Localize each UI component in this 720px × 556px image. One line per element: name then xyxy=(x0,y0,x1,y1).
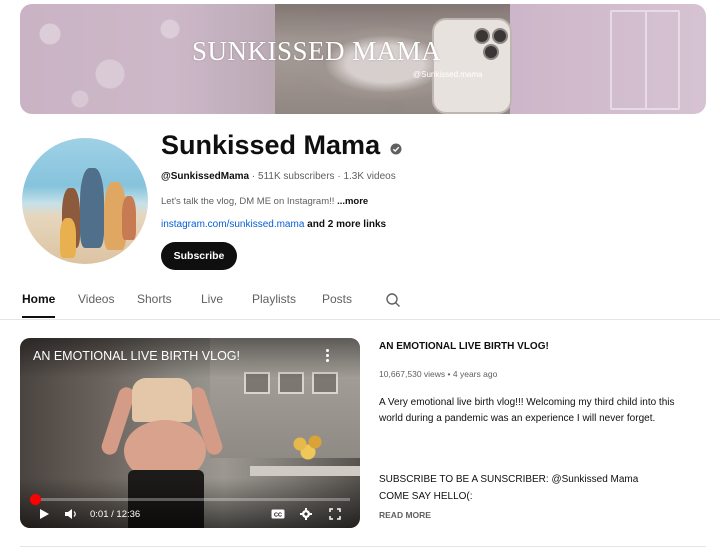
tab-shorts[interactable]: Shorts xyxy=(137,292,172,318)
tab-videos[interactable]: Videos xyxy=(78,292,114,318)
tab-live[interactable]: Live xyxy=(201,292,223,318)
time-display: 0:01 / 12:36 xyxy=(90,509,141,520)
video-count: 1.3K videos xyxy=(343,171,396,182)
upload-age: 4 years ago xyxy=(452,369,498,379)
tab-posts[interactable]: Posts xyxy=(322,292,352,318)
channel-banner: SUNKISSED MAMA @Sunkissed.mama xyxy=(20,4,706,114)
scene-table xyxy=(250,466,360,476)
progress-bar[interactable] xyxy=(29,494,350,505)
scene-flowers xyxy=(290,434,330,464)
description-text: Let's talk the vlog, DM ME on Instagram!… xyxy=(161,196,335,207)
banner-phone-image xyxy=(432,18,512,114)
channel-name: Sunkissed Mama xyxy=(161,130,381,160)
channel-tabs: Home Videos Shorts Live Playlists Posts xyxy=(0,286,720,320)
banner-lace-pattern xyxy=(20,4,220,114)
verified-icon xyxy=(390,143,402,155)
read-more-link[interactable]: READ MORE xyxy=(379,510,431,520)
progress-scrubber[interactable] xyxy=(29,494,41,505)
video-description-subscribe-line: SUBSCRIBE TO BE A SUNSCRIBER: @Sunkissed… xyxy=(379,474,639,485)
video-description: A Very emotional live birth vlog!!! Welc… xyxy=(379,397,675,424)
player-overlay-title[interactable]: AN EMOTIONAL LIVE BIRTH VLOG! xyxy=(33,349,240,363)
channel-handle: @SunkissedMama xyxy=(161,171,250,182)
channel-links: instagram.com/sunkissed.mama and 2 more … xyxy=(161,219,386,230)
video-meta: 10,667,530 views • 4 years ago xyxy=(379,369,497,379)
video-title[interactable]: AN EMOTIONAL LIVE BIRTH VLOG! xyxy=(379,341,549,352)
video-description-hello-line: COME SAY HELLO(: xyxy=(379,491,473,502)
instagram-link[interactable]: instagram.com/sunkissed.mama xyxy=(161,219,304,230)
video-player[interactable]: AN EMOTIONAL LIVE BIRTH VLOG! 0:01 / 12:… xyxy=(20,338,360,528)
tab-playlists[interactable]: Playlists xyxy=(252,292,296,318)
banner-title: SUNKISSED MAMA xyxy=(192,36,442,66)
svg-text:CC: CC xyxy=(274,513,282,519)
captions-icon[interactable]: CC xyxy=(271,508,285,520)
settings-gear-icon[interactable] xyxy=(300,508,312,520)
banner-window xyxy=(610,10,680,110)
section-divider xyxy=(20,546,706,547)
search-icon[interactable] xyxy=(385,292,401,308)
more-options-icon[interactable] xyxy=(326,349,330,363)
banner-handle: @Sunkissed.mama xyxy=(413,70,483,79)
description-more-link[interactable]: ...more xyxy=(337,196,368,207)
channel-description[interactable]: Let's talk the vlog, DM ME on Instagram!… xyxy=(161,196,368,207)
fullscreen-icon[interactable] xyxy=(329,508,341,520)
more-links-link[interactable]: and 2 more links xyxy=(307,219,386,230)
subscriber-count: 511K subscribers xyxy=(258,171,335,182)
channel-meta: @SunkissedMama · 511K subscribers · 1.3K… xyxy=(161,171,396,182)
scene-person-top xyxy=(132,378,192,422)
channel-avatar[interactable] xyxy=(22,138,148,264)
view-count: 10,667,530 views xyxy=(379,369,446,379)
play-icon[interactable] xyxy=(38,508,50,520)
tab-home[interactable]: Home xyxy=(22,292,56,318)
player-controls-shade xyxy=(20,478,360,528)
volume-icon[interactable] xyxy=(64,508,78,520)
subscribe-button[interactable]: Subscribe xyxy=(161,242,237,270)
